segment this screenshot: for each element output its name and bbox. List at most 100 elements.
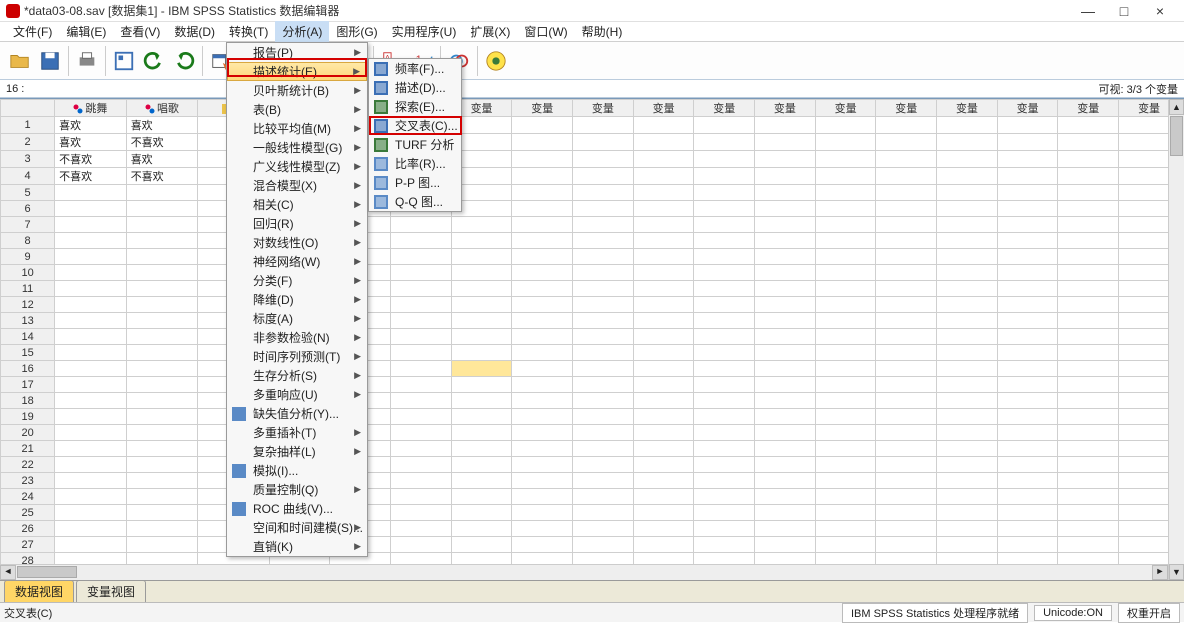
data-cell[interactable] <box>573 521 634 537</box>
menu-item[interactable]: 对数线性(O)▶ <box>227 233 367 252</box>
data-cell[interactable] <box>755 201 816 217</box>
data-cell[interactable] <box>55 393 127 409</box>
data-cell[interactable] <box>937 473 998 489</box>
data-cell[interactable] <box>997 457 1058 473</box>
data-cell[interactable] <box>55 265 127 281</box>
menu-item[interactable]: 贝叶斯统计(B)▶ <box>227 81 367 100</box>
data-cell[interactable] <box>815 168 876 185</box>
data-cell[interactable] <box>755 329 816 345</box>
data-cell[interactable] <box>694 521 755 537</box>
data-cell[interactable] <box>451 457 512 473</box>
data-cell[interactable] <box>694 168 755 185</box>
data-cell[interactable] <box>633 361 694 377</box>
row-header[interactable]: 2 <box>1 134 55 151</box>
print-icon[interactable] <box>73 47 101 75</box>
data-cell[interactable] <box>633 265 694 281</box>
data-cell[interactable] <box>1058 329 1119 345</box>
data-cell[interactable] <box>997 233 1058 249</box>
data-cell[interactable] <box>876 329 937 345</box>
data-cell[interactable] <box>391 313 452 329</box>
menu-item[interactable]: 复杂抽样(L)▶ <box>227 442 367 461</box>
data-cell[interactable] <box>755 345 816 361</box>
menu-item[interactable]: 神经网络(W)▶ <box>227 252 367 271</box>
data-cell[interactable] <box>815 361 876 377</box>
submenu-item[interactable]: 交叉表(C)... <box>369 116 461 135</box>
data-cell[interactable] <box>694 134 755 151</box>
row-header[interactable]: 7 <box>1 217 55 233</box>
data-cell[interactable] <box>451 281 512 297</box>
data-cell[interactable] <box>937 117 998 134</box>
data-cell[interactable] <box>391 345 452 361</box>
data-cell[interactable] <box>1058 217 1119 233</box>
data-cell[interactable] <box>694 185 755 201</box>
data-cell[interactable] <box>755 473 816 489</box>
data-cell[interactable] <box>55 249 127 265</box>
data-cell[interactable] <box>815 134 876 151</box>
data-cell[interactable] <box>451 505 512 521</box>
data-cell[interactable] <box>633 151 694 168</box>
data-cell[interactable] <box>126 281 198 297</box>
data-cell[interactable] <box>755 521 816 537</box>
data-cell[interactable] <box>451 361 512 377</box>
menu-item[interactable]: 直销(K)▶ <box>227 537 367 556</box>
data-cell[interactable] <box>755 281 816 297</box>
data-cell[interactable] <box>391 505 452 521</box>
data-cell[interactable] <box>512 313 573 329</box>
data-cell[interactable] <box>573 168 634 185</box>
data-cell[interactable] <box>1058 361 1119 377</box>
menu-item[interactable]: 空间和时间建模(S)...▶ <box>227 518 367 537</box>
row-header[interactable]: 5 <box>1 185 55 201</box>
data-cell[interactable] <box>512 134 573 151</box>
data-cell[interactable] <box>633 233 694 249</box>
menu-util[interactable]: 实用程序(U) <box>385 21 464 42</box>
data-cell[interactable] <box>937 151 998 168</box>
data-cell[interactable] <box>391 217 452 233</box>
menu-item[interactable]: 报告(P)▶ <box>227 43 367 62</box>
data-cell[interactable] <box>876 233 937 249</box>
data-cell[interactable] <box>573 313 634 329</box>
data-cell[interactable] <box>55 185 127 201</box>
row-header[interactable]: 4 <box>1 168 55 185</box>
data-cell[interactable] <box>512 249 573 265</box>
data-cell[interactable] <box>937 217 998 233</box>
row-header[interactable]: 12 <box>1 297 55 313</box>
menu-graph[interactable]: 图形(G) <box>329 21 384 42</box>
data-cell[interactable] <box>937 505 998 521</box>
data-cell[interactable] <box>1058 168 1119 185</box>
weight-icon[interactable] <box>482 47 510 75</box>
data-cell[interactable] <box>876 521 937 537</box>
data-cell[interactable] <box>512 281 573 297</box>
data-cell[interactable] <box>55 201 127 217</box>
data-cell[interactable]: 不喜欢 <box>126 168 198 185</box>
redo-icon[interactable] <box>170 47 198 75</box>
data-cell[interactable] <box>55 505 127 521</box>
data-cell[interactable] <box>694 281 755 297</box>
data-cell[interactable]: 喜欢 <box>55 134 127 151</box>
data-cell[interactable] <box>451 297 512 313</box>
data-cell[interactable] <box>755 537 816 553</box>
data-cell[interactable] <box>755 117 816 134</box>
data-cell[interactable] <box>815 265 876 281</box>
data-cell[interactable] <box>573 297 634 313</box>
data-cell[interactable] <box>391 457 452 473</box>
data-cell[interactable] <box>451 441 512 457</box>
data-cell[interactable] <box>997 345 1058 361</box>
data-cell[interactable] <box>573 377 634 393</box>
row-header[interactable]: 3 <box>1 151 55 168</box>
menu-edit[interactable]: 编辑(E) <box>59 21 113 42</box>
data-cell[interactable] <box>1058 505 1119 521</box>
data-cell[interactable] <box>937 168 998 185</box>
row-header[interactable]: 6 <box>1 201 55 217</box>
data-cell[interactable] <box>937 425 998 441</box>
menu-analyze[interactable]: 分析(A) <box>275 21 329 42</box>
data-cell[interactable] <box>876 201 937 217</box>
data-cell[interactable] <box>694 473 755 489</box>
data-cell[interactable] <box>451 249 512 265</box>
data-cell[interactable] <box>55 489 127 505</box>
data-cell[interactable] <box>391 281 452 297</box>
data-cell[interactable] <box>451 537 512 553</box>
data-cell[interactable] <box>451 425 512 441</box>
data-cell[interactable]: 不喜欢 <box>126 134 198 151</box>
data-cell[interactable] <box>391 233 452 249</box>
menu-item[interactable]: 降维(D)▶ <box>227 290 367 309</box>
